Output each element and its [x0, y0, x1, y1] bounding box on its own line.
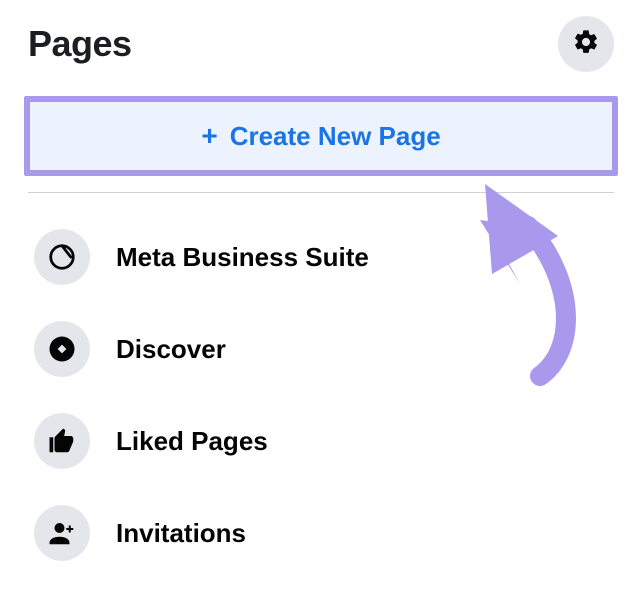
sidebar-item-liked-pages[interactable]: Liked Pages [28, 395, 624, 487]
settings-button[interactable] [558, 16, 614, 72]
sidebar-item-label: Meta Business Suite [116, 242, 369, 273]
person-add-icon [34, 505, 90, 561]
meta-business-suite-icon [34, 229, 90, 285]
sidebar-item-meta-business-suite[interactable]: Meta Business Suite [28, 211, 624, 303]
thumbs-up-icon [34, 413, 90, 469]
compass-icon [34, 321, 90, 377]
plus-icon: + [201, 122, 217, 150]
create-page-highlight: + Create New Page [24, 96, 618, 176]
sidebar-item-invitations[interactable]: Invitations [28, 487, 624, 579]
sidebar-item-discover[interactable]: Discover [28, 303, 624, 395]
sidebar-item-label: Invitations [116, 518, 246, 549]
sidebar-list: Meta Business Suite Discover Liked Pages… [0, 203, 642, 579]
sidebar-item-label: Discover [116, 334, 226, 365]
create-new-page-label: Create New Page [230, 121, 441, 152]
divider [28, 192, 614, 193]
page-title: Pages [28, 23, 132, 65]
gear-icon [572, 28, 600, 61]
header: Pages [0, 0, 642, 84]
sidebar-item-label: Liked Pages [116, 426, 268, 457]
create-new-page-button[interactable]: + Create New Page [30, 102, 612, 170]
